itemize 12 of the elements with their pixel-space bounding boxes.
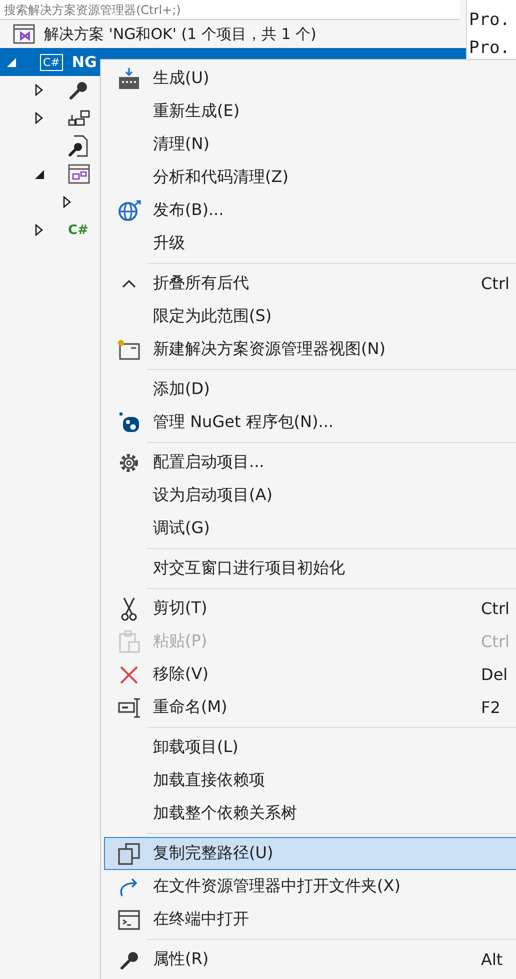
shortcut-label: Del (481, 665, 509, 684)
shortcut-label: Ctrl (481, 599, 510, 618)
csharp-project-icon: C# (40, 54, 63, 70)
shortcut-label: Ctrl (481, 632, 510, 651)
shortcut-label: Ctrl (481, 274, 510, 293)
tree-item-label: 解决方案 'NG和OK' (1 个项目，共 1 个) (44, 24, 316, 44)
code-line: Pro. (468, 38, 511, 58)
csharp-file-icon: C# (68, 222, 88, 238)
tree-item-label: NG (72, 53, 97, 71)
code-line: Pro. (468, 10, 511, 30)
shortcut-label: F2 (481, 698, 502, 717)
shortcut-label: Alt (481, 950, 504, 969)
